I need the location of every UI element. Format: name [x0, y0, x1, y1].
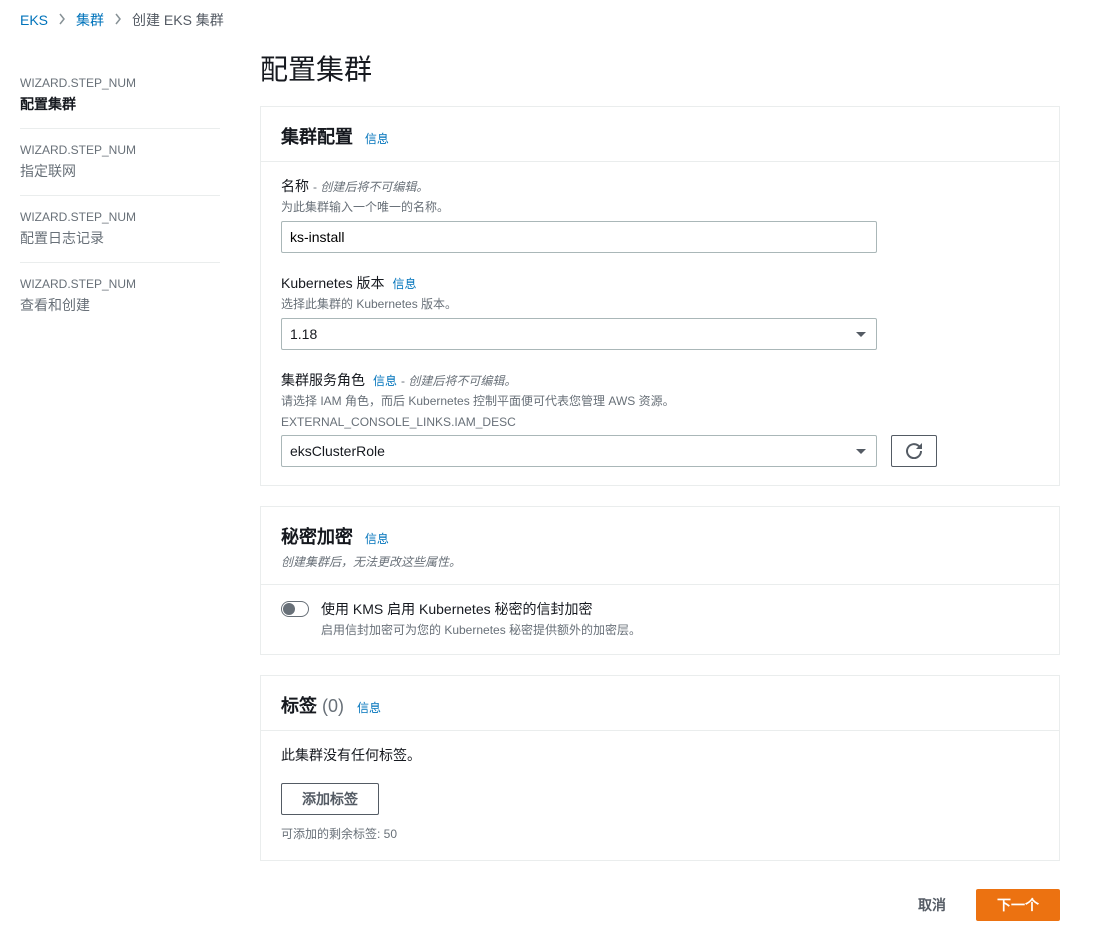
info-link[interactable]: 信息 [365, 132, 389, 146]
main-content: 配置集群 集群配置 信息 名称 创建后将不可编辑。 为此集群输入一个唯一的名称。 [240, 38, 1080, 945]
wizard-step-num: WIZARD.STEP_NUM [20, 76, 220, 90]
cluster-config-title: 集群配置 [281, 127, 353, 147]
info-link[interactable]: 信息 [373, 372, 397, 389]
k8s-version-select[interactable]: 1.18 [281, 318, 877, 350]
k8s-version-desc: 选择此集群的 Kubernetes 版本。 [281, 295, 1039, 312]
tags-remaining: 可添加的剩余标签: 50 [281, 825, 1039, 842]
service-role-desc: 请选择 IAM 角色，而后 Kubernetes 控制平面便可代表您管理 AWS… [281, 392, 1039, 409]
page-title: 配置集群 [260, 48, 1060, 88]
breadcrumb-cluster[interactable]: 集群 [76, 10, 104, 30]
name-label: 名称 [281, 176, 309, 196]
tags-count: (0) [322, 696, 344, 716]
wizard-step-num: WIZARD.STEP_NUM [20, 143, 220, 157]
service-role-value: eksClusterRole [290, 443, 385, 459]
secrets-panel: 秘密加密 信息 创建集群后，无法更改这些属性。 使用 KMS 启用 Kubern… [260, 506, 1060, 655]
kms-toggle-label: 使用 KMS 启用 Kubernetes 秘密的信封加密 [321, 599, 641, 619]
breadcrumb-eks[interactable]: EKS [20, 12, 48, 28]
secrets-desc: 创建集群后，无法更改这些属性。 [281, 553, 1039, 570]
tags-title: 标签 (0) [281, 696, 349, 716]
breadcrumb-current: 创建 EKS 集群 [132, 10, 224, 30]
breadcrumb: EKS 集群 创建 EKS 集群 [0, 0, 1102, 38]
refresh-icon [906, 443, 922, 459]
chevron-right-icon [114, 12, 122, 28]
name-desc: 为此集群输入一个唯一的名称。 [281, 198, 1039, 215]
refresh-button[interactable] [891, 435, 937, 467]
info-link[interactable]: 信息 [393, 275, 417, 292]
wizard-step-title: 指定联网 [20, 161, 220, 181]
footer-actions: 取消 下一个 [260, 881, 1060, 925]
wizard-step-configure[interactable]: WIZARD.STEP_NUM 配置集群 [20, 62, 220, 129]
wizard-sidebar: WIZARD.STEP_NUM 配置集群 WIZARD.STEP_NUM 指定联… [0, 38, 240, 945]
tags-empty-message: 此集群没有任何标签。 [281, 745, 1039, 765]
add-tag-button[interactable]: 添加标签 [281, 783, 379, 815]
service-role-field: 集群服务角色 信息 创建后将不可编辑。 请选择 IAM 角色，而后 Kubern… [281, 370, 1039, 467]
name-field: 名称 创建后将不可编辑。 为此集群输入一个唯一的名称。 [281, 176, 1039, 253]
k8s-version-label: Kubernetes 版本 [281, 273, 385, 293]
service-role-select[interactable]: eksClusterRole [281, 435, 877, 467]
wizard-step-num: WIZARD.STEP_NUM [20, 277, 220, 291]
kms-toggle-desc: 启用信封加密可为您的 Kubernetes 秘密提供额外的加密层。 [321, 621, 641, 638]
service-role-extra: EXTERNAL_CONSOLE_LINKS.IAM_DESC [281, 415, 1039, 429]
service-role-hint: 创建后将不可编辑。 [401, 372, 516, 389]
cancel-button[interactable]: 取消 [898, 889, 966, 921]
k8s-version-field: Kubernetes 版本 信息 选择此集群的 Kubernetes 版本。 1… [281, 273, 1039, 350]
next-button[interactable]: 下一个 [976, 889, 1060, 921]
tags-panel: 标签 (0) 信息 此集群没有任何标签。 添加标签 可添加的剩余标签: 50 [260, 675, 1060, 861]
cluster-config-panel: 集群配置 信息 名称 创建后将不可编辑。 为此集群输入一个唯一的名称。 [260, 106, 1060, 486]
kms-toggle[interactable] [281, 601, 309, 617]
cluster-name-input[interactable] [281, 221, 877, 253]
name-hint: 创建后将不可编辑。 [313, 178, 428, 195]
wizard-step-title: 查看和创建 [20, 295, 220, 315]
info-link[interactable]: 信息 [357, 701, 381, 715]
chevron-right-icon [58, 12, 66, 28]
caret-down-icon [856, 449, 866, 454]
info-link[interactable]: 信息 [365, 532, 389, 546]
wizard-step-review[interactable]: WIZARD.STEP_NUM 查看和创建 [20, 263, 220, 329]
wizard-step-networking[interactable]: WIZARD.STEP_NUM 指定联网 [20, 129, 220, 196]
wizard-step-title: 配置集群 [20, 94, 220, 114]
wizard-step-logging[interactable]: WIZARD.STEP_NUM 配置日志记录 [20, 196, 220, 263]
wizard-step-num: WIZARD.STEP_NUM [20, 210, 220, 224]
wizard-step-title: 配置日志记录 [20, 228, 220, 248]
caret-down-icon [856, 332, 866, 337]
service-role-label: 集群服务角色 [281, 370, 365, 390]
k8s-version-value: 1.18 [290, 326, 317, 342]
secrets-title: 秘密加密 [281, 527, 353, 547]
